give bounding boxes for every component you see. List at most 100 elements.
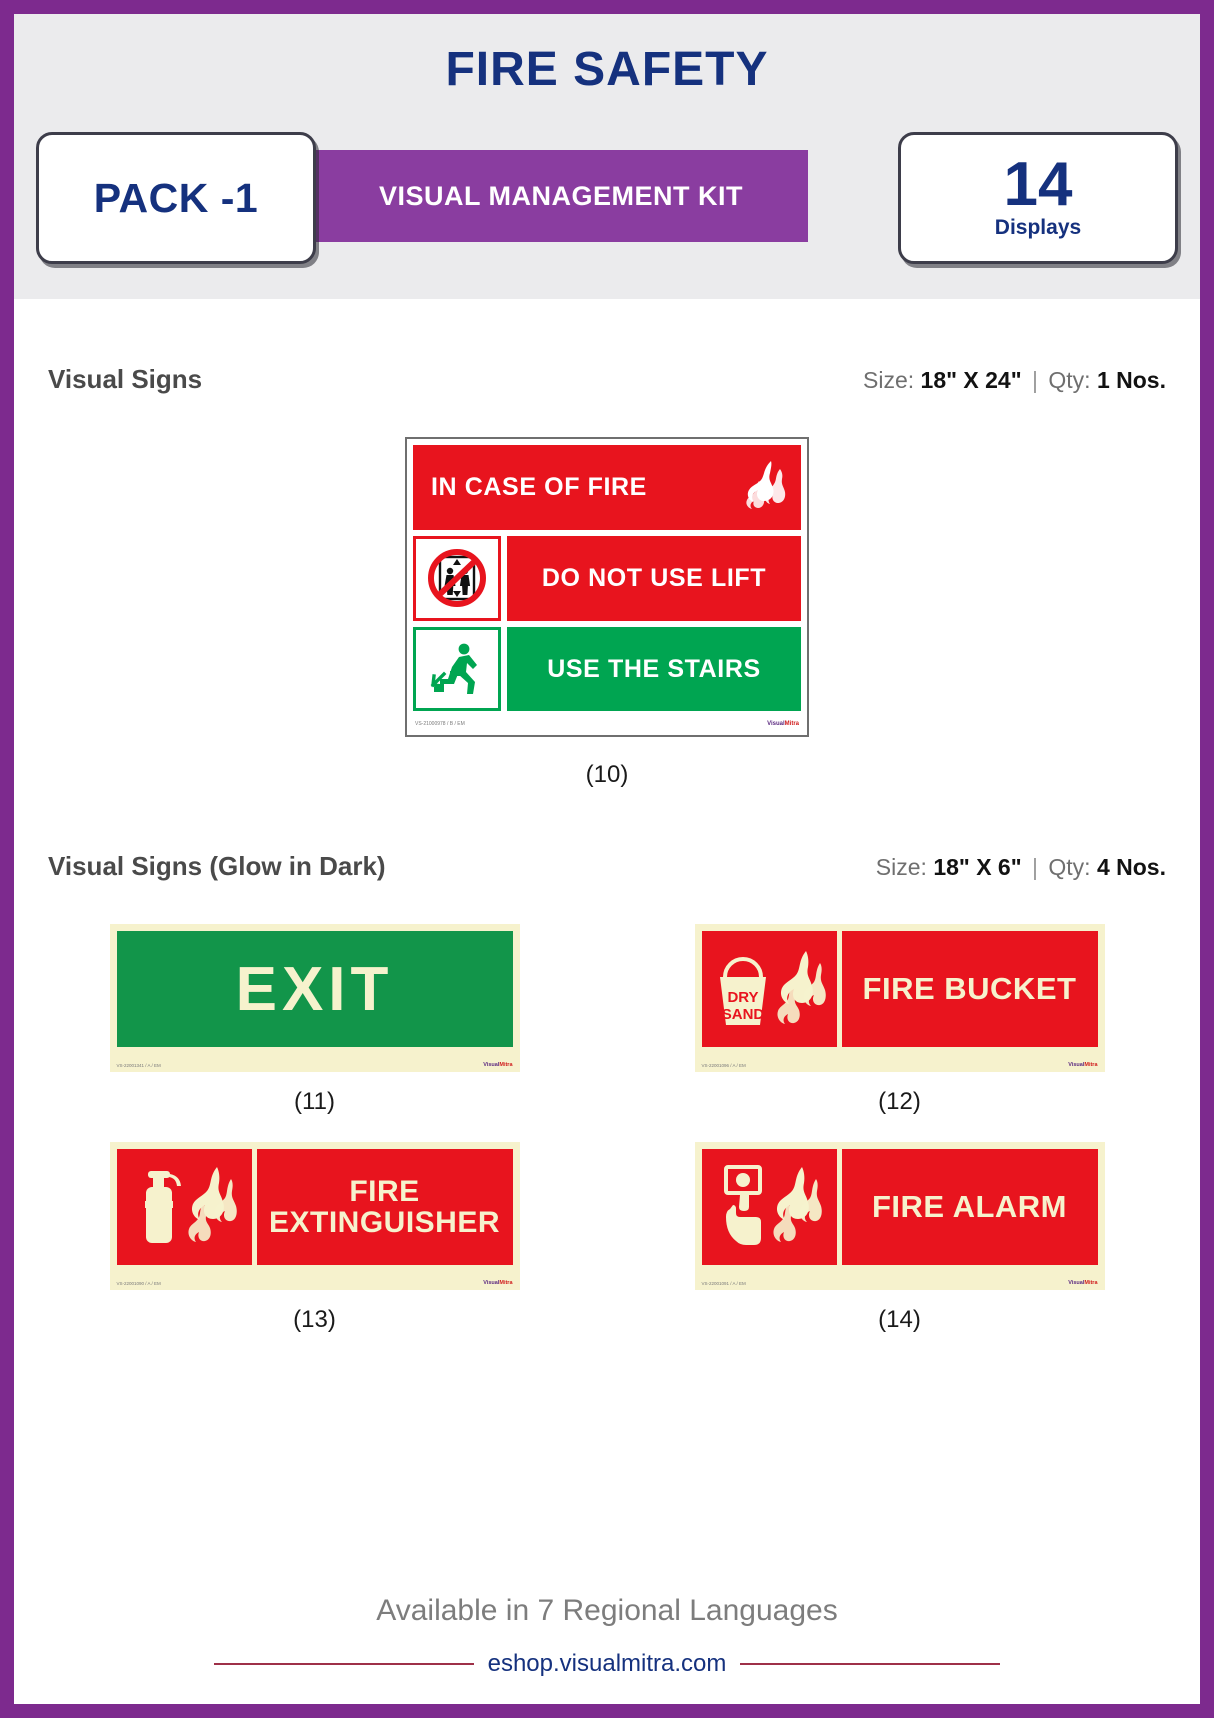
sign-row-headline: IN CASE OF FIRE — [413, 445, 801, 530]
availability-text: Available in 7 Regional Languages — [376, 1594, 838, 1627]
sign-code-exit: VS-22001341 / A / EM — [116, 1062, 161, 1068]
sign-stairs-text: USE THE STAIRS — [547, 654, 761, 683]
sign-footer-fire-bucket: VS-22001096 / A / EM VisualMitra — [702, 1059, 1098, 1071]
brand-part-a: Visual — [1068, 1062, 1085, 1068]
footer-url-row: eshop.visualmitra.com — [14, 1650, 1200, 1678]
fire-bucket-label: FIRE BUCKET — [862, 970, 1077, 1006]
poster-page: FIRE SAFETY VISUAL MANAGEMENT KIT PACK -… — [0, 0, 1214, 1718]
sign-row-no-lift: DO NOT USE LIFT — [413, 535, 801, 621]
flame-icon — [772, 1163, 822, 1251]
qty-prefix-glow: Qty: — [1048, 854, 1091, 880]
kit-banner: VISUAL MANAGEMENT KIT — [314, 150, 808, 242]
size-value: 18" X 24" — [920, 367, 1022, 393]
glow-caption: (14) — [878, 1306, 921, 1333]
displays-badge: 14 Displays — [898, 132, 1178, 264]
no-lift-text-cell: DO NOT USE LIFT — [507, 535, 801, 621]
section-visual-signs: Visual Signs Size: 18" X 24" | Qty: 1 No… — [14, 364, 1200, 789]
sign-headline-text: IN CASE OF FIRE — [431, 472, 647, 501]
sign-footer-exit: VS-22001341 / A / EM VisualMitra — [117, 1059, 513, 1071]
fire-extinguisher-panel: FIRE EXTINGUISHER — [116, 1149, 513, 1265]
meta-separator-glow: | — [1032, 854, 1039, 880]
glow-caption: (11) — [294, 1088, 335, 1115]
fire-extinguisher-icon — [131, 1163, 185, 1251]
meta-separator: | — [1032, 367, 1039, 393]
fire-alarm-call-point-icon — [716, 1163, 770, 1251]
sign-fire-bucket: DRY SAND FIRE BUCKET VS-22001096 / A / E… — [694, 924, 1105, 1072]
poster-sheet: FIRE SAFETY VISUAL MANAGEMENT KIT PACK -… — [14, 14, 1200, 1704]
no-lift-icon — [424, 545, 490, 611]
flame-icon — [776, 947, 826, 1031]
stairs-text-cell: USE THE STAIRS — [507, 626, 801, 712]
fire-extinguisher-label: FIRE EXTINGUISHER — [268, 1174, 501, 1239]
page-title: FIRE SAFETY — [445, 43, 769, 96]
displays-count: 14 — [1003, 149, 1073, 219]
brand-part-b: Mitra — [1084, 1280, 1098, 1286]
sign-fire-extinguisher: FIRE EXTINGUISHER VS-22001090 / A / EM V… — [109, 1142, 520, 1290]
section-title: Visual Signs — [48, 364, 203, 394]
sign-exit: EXIT VS-22001341 / A / EM VisualMitra — [109, 924, 520, 1072]
fire-alarm-icon-pane — [701, 1149, 842, 1265]
glow-caption: (12) — [878, 1088, 921, 1115]
brand-watermark-exit: VisualMitra — [483, 1062, 512, 1068]
stairs-icon-cell — [413, 626, 501, 712]
svg-text:DRY: DRY — [727, 989, 758, 1006]
brand-watermark-fire-bucket: VisualMitra — [1068, 1062, 1097, 1068]
qty-value: 1 Nos. — [1096, 367, 1166, 393]
fire-alarm-text-pane: FIRE ALARM — [841, 1149, 1098, 1265]
sign-footer-fire-extinguisher: VS-22001090 / A / EM VisualMitra — [117, 1277, 513, 1289]
brand-part-b: Mitra — [1084, 1062, 1098, 1068]
pack-badge-label: PACK -1 — [93, 174, 259, 221]
fire-extinguisher-text-pane: FIRE EXTINGUISHER — [256, 1149, 513, 1265]
sign-in-case-of-fire: IN CASE OF FIRE DO NOT USE LIFT USE THE … — [405, 437, 809, 737]
brand-part-a: Visual — [1068, 1280, 1085, 1286]
qty-value-glow: 4 Nos. — [1096, 854, 1166, 880]
brand-part-b: Mitra — [499, 1280, 513, 1286]
fire-extinguisher-label-line2: EXTINGUISHER — [268, 1206, 501, 1239]
size-value-glow: 18" X 6" — [933, 854, 1022, 880]
glow-caption: (13) — [293, 1306, 336, 1333]
brand-part-a: Visual — [483, 1062, 500, 1068]
brand-watermark-fire-alarm: VisualMitra — [1068, 1280, 1097, 1286]
sign-code-fire-extinguisher: VS-22001090 / A / EM — [116, 1280, 161, 1286]
big-sign-wrapper: IN CASE OF FIRE DO NOT USE LIFT USE THE … — [48, 437, 1166, 789]
running-man-stairs-icon — [424, 638, 490, 700]
fire-extinguisher-label-line1: FIRE — [349, 1174, 420, 1208]
header-badge-row: VISUAL MANAGEMENT KIT PACK -1 14 Display… — [14, 126, 1200, 266]
section-header-visual-signs: Visual Signs Size: 18" X 24" | Qty: 1 No… — [48, 364, 1166, 395]
flame-icon — [741, 459, 787, 515]
big-sign-caption: (10) — [585, 761, 629, 788]
flame-icon — [187, 1163, 237, 1251]
fire-alarm-label: FIRE ALARM — [872, 1188, 1067, 1224]
section-header-glow-signs: Visual Signs (Glow in Dark) Size: 18" X … — [48, 851, 1166, 882]
sign-no-lift-text: DO NOT USE LIFT — [541, 563, 767, 592]
size-prefix-glow: Size: — [875, 854, 927, 880]
brand-part-b: Mitra — [499, 1062, 513, 1068]
exit-label: EXIT — [235, 954, 394, 1024]
rule-right — [740, 1663, 1001, 1665]
fire-bucket-text-pane: FIRE BUCKET — [841, 931, 1098, 1047]
fire-bucket-panel: DRY SAND FIRE BUCKET — [701, 931, 1098, 1047]
no-lift-icon-cell — [413, 535, 501, 621]
section-meta-glow: Size: 18" X 6" | Qty: 4 Nos. — [876, 854, 1166, 881]
kit-banner-label: VISUAL MANAGEMENT KIT — [378, 180, 743, 211]
fire-extinguisher-icon-pane — [116, 1149, 257, 1265]
brand-watermark: VisualMitra — [767, 721, 799, 727]
sign-code-fire-alarm: VS-22001091 / A / EM — [701, 1280, 746, 1286]
poster-header: FIRE SAFETY VISUAL MANAGEMENT KIT PACK -… — [14, 14, 1200, 302]
fire-bucket-icon: DRY SAND — [712, 947, 774, 1031]
glow-sign-item: EXIT VS-22001341 / A / EM VisualMitra (1… — [109, 924, 520, 1128]
brand-part-a: Visual — [767, 721, 785, 728]
brand-watermark-fire-extinguisher: VisualMitra — [483, 1280, 512, 1286]
section-meta: Size: 18" X 24" | Qty: 1 Nos. — [863, 367, 1166, 394]
sign-code: VS-21000978 / B / EM — [415, 721, 465, 728]
fire-bucket-icon-pane: DRY SAND — [701, 931, 842, 1047]
displays-count-label: Displays — [994, 216, 1082, 240]
svg-text:SAND: SAND — [722, 1006, 765, 1023]
sign-code-fire-bucket: VS-22001096 / A / EM — [701, 1062, 746, 1068]
glow-sign-item: DRY SAND FIRE BUCKET VS-22001096 / A / E… — [694, 924, 1105, 1128]
poster-footer: Available in 7 Regional Languages eshop.… — [14, 1594, 1200, 1678]
brand-part-a: Visual — [483, 1280, 500, 1286]
brand-part-b: Mitra — [784, 721, 799, 728]
section-title-glow: Visual Signs (Glow in Dark) — [48, 851, 386, 881]
shop-url[interactable]: eshop.visualmitra.com — [488, 1650, 727, 1678]
